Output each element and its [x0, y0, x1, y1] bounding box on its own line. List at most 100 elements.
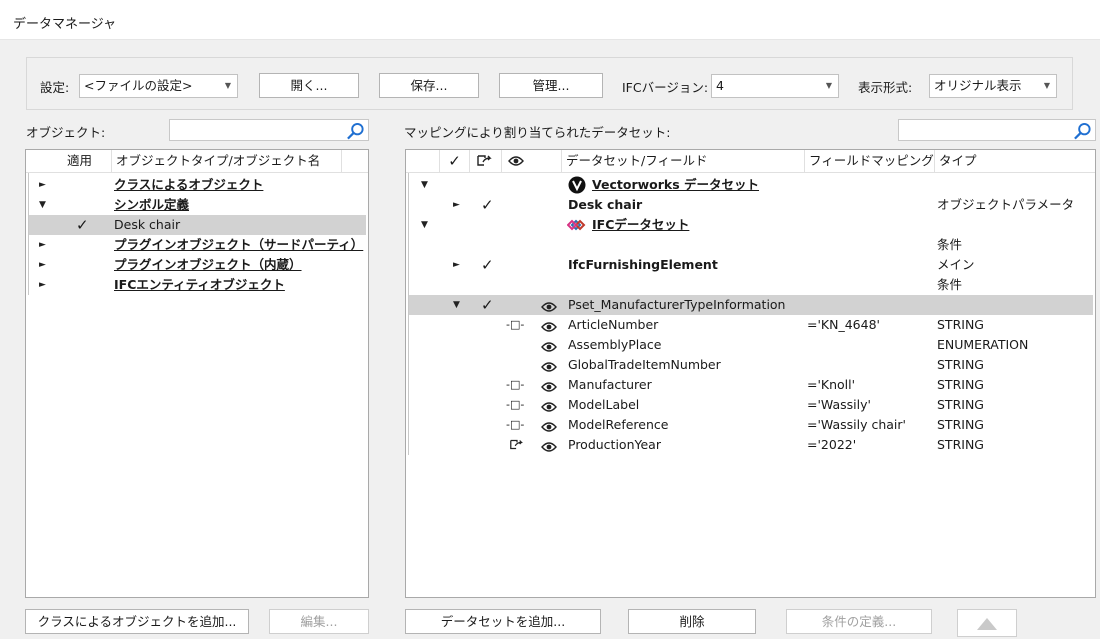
- add-dataset-button[interactable]: データセットを追加...: [405, 609, 601, 634]
- field-mapping-value: ='KN_4648': [807, 317, 880, 332]
- dataset-field-name: AssemblyPlace: [568, 337, 662, 352]
- delete-button[interactable]: 削除: [628, 609, 756, 634]
- field-mapped-icon[interactable]: -□-: [506, 375, 524, 395]
- define-conditions-button[interactable]: 条件の定義...: [786, 609, 932, 634]
- dataset-tree-row[interactable]: -□- Manufacturer ='Knoll' STRING: [408, 375, 1093, 395]
- column-header-type[interactable]: タイプ: [935, 150, 1095, 173]
- field-type-value: メイン: [937, 257, 975, 272]
- display-format-label: 表示形式:: [858, 80, 913, 95]
- column-header-visibility[interactable]: [502, 150, 562, 173]
- datasets-tree[interactable]: ✓ データセット/フィールド フィールドマッピング タイプ ▼ Vectorwor…: [405, 149, 1096, 598]
- object-name: Desk chair: [114, 217, 181, 232]
- expander-icon[interactable]: ►: [39, 275, 46, 295]
- ifc-logo-icon: [566, 216, 587, 236]
- dataset-tree-row[interactable]: ▼ Vectorworks データセット: [408, 175, 1093, 195]
- object-list-item[interactable]: ▼ シンボル定義: [28, 195, 366, 215]
- dataset-tree-row[interactable]: 条件: [408, 275, 1093, 295]
- expander-icon[interactable]: ▼: [421, 175, 428, 195]
- objects-list[interactable]: 適用 オブジェクトタイプ/オブジェクト名 ► クラスによるオブジェクト ▼ シンボル定…: [25, 149, 369, 598]
- dataset-tree-row[interactable]: ► ✓ Desk chair オブジェクトパラメータ: [408, 195, 1093, 215]
- field-type-value: オブジェクトパラメータ: [937, 197, 1075, 212]
- applied-check-icon: ✓: [76, 216, 89, 234]
- column-header-check[interactable]: ✓: [440, 150, 470, 173]
- expander-icon[interactable]: ►: [39, 175, 46, 195]
- ifc-version-dropdown[interactable]: 4 ▼: [711, 74, 839, 98]
- share-arrow-icon[interactable]: [508, 437, 526, 457]
- object-list-item[interactable]: ► IFCエンティティオブジェクト: [28, 275, 366, 295]
- dataset-field-name: Pset_ManufacturerTypeInformation: [568, 297, 786, 312]
- object-name: シンボル定義: [114, 197, 190, 212]
- dataset-field-name: ModelLabel: [568, 397, 640, 412]
- dataset-tree-row[interactable]: -□- ModelReference ='Wassily chair' STRING: [408, 415, 1093, 435]
- dataset-field-name: IFCデータセット: [592, 217, 690, 232]
- column-header-object-name[interactable]: オブジェクトタイプ/オブジェクト名: [112, 150, 342, 173]
- object-list-item[interactable]: ► プラグインオブジェクト（内蔵）: [28, 255, 366, 275]
- settings-dropdown[interactable]: <ファイルの設定> ▼: [79, 74, 238, 98]
- enabled-check-icon[interactable]: ✓: [481, 295, 494, 315]
- field-mapped-icon[interactable]: -□-: [506, 415, 524, 435]
- chevron-down-icon: ▼: [1043, 81, 1050, 90]
- column-header-dataset-field[interactable]: データセット/フィールド: [562, 150, 805, 173]
- open-button[interactable]: 開く...: [259, 73, 359, 98]
- expander-icon[interactable]: ▼: [453, 295, 460, 315]
- ifc-version-value: 4: [716, 78, 724, 93]
- search-icon: [347, 122, 364, 140]
- check-icon: ✓: [448, 152, 461, 170]
- column-header-apply[interactable]: 適用: [63, 150, 112, 173]
- dataset-tree-row[interactable]: ▼ ✓ Pset_ManufacturerTypeInformation: [408, 295, 1093, 315]
- dataset-tree-row[interactable]: GlobalTradeItemNumber STRING: [408, 355, 1093, 375]
- dataset-tree-row[interactable]: ProductionYear ='2022' STRING: [408, 435, 1093, 455]
- expander-icon[interactable]: ▼: [39, 195, 46, 215]
- column-header-field-mapping[interactable]: フィールドマッピング: [805, 150, 935, 173]
- field-type-value: STRING: [937, 357, 984, 372]
- field-mapped-icon[interactable]: -□-: [506, 315, 524, 335]
- field-type-value: STRING: [937, 377, 984, 392]
- field-mapping-value: ='2022': [807, 437, 857, 452]
- object-list-item[interactable]: ► プラグインオブジェクト（サードパーティ）: [28, 235, 366, 255]
- datasets-search-input[interactable]: [898, 119, 1096, 141]
- ifc-version-label: IFCバージョン:: [622, 80, 709, 95]
- enabled-check-icon[interactable]: ✓: [481, 255, 494, 275]
- share-arrow-icon: [477, 155, 492, 166]
- chevron-down-icon: ▼: [825, 81, 832, 90]
- field-type-value: STRING: [937, 417, 984, 432]
- add-class-object-button[interactable]: クラスによるオブジェクトを追加...: [25, 609, 249, 634]
- save-button[interactable]: 保存...: [379, 73, 479, 98]
- column-header-expander[interactable]: [406, 150, 440, 173]
- settings-dropdown-value: <ファイルの設定>: [84, 78, 193, 93]
- dataset-tree-row[interactable]: ▼ IFCデータセット: [408, 215, 1093, 235]
- object-name: IFCエンティティオブジェクト: [114, 277, 285, 292]
- field-mapping-value: ='Wassily chair': [807, 417, 906, 432]
- expander-icon[interactable]: ▼: [421, 215, 428, 235]
- expander-icon[interactable]: ►: [453, 255, 460, 275]
- enabled-check-icon[interactable]: ✓: [481, 195, 494, 215]
- datasets-tree-header: ✓ データセット/フィールド フィールドマッピング タイプ: [406, 150, 1095, 173]
- eye-icon[interactable]: [541, 439, 557, 459]
- manage-button[interactable]: 管理...: [499, 73, 603, 98]
- chevron-down-icon: ▼: [224, 81, 231, 90]
- expander-icon[interactable]: ►: [453, 195, 460, 215]
- title-bar: データマネージャ: [0, 0, 1100, 40]
- field-mapping-value: ='Knoll': [807, 377, 856, 392]
- field-mapped-icon[interactable]: -□-: [506, 395, 524, 415]
- field-type-value: 条件: [937, 237, 963, 252]
- dataset-tree-row[interactable]: AssemblyPlace ENUMERATION: [408, 335, 1093, 355]
- object-list-item[interactable]: ► クラスによるオブジェクト: [28, 175, 366, 195]
- dataset-tree-row[interactable]: 条件: [408, 235, 1093, 255]
- display-format-value: オリジナル表示: [934, 78, 1022, 93]
- dataset-tree-row[interactable]: ► ✓ IfcFurnishingElement メイン: [408, 255, 1093, 275]
- dataset-field-name: Vectorworks データセット: [592, 177, 760, 192]
- expander-icon[interactable]: ►: [39, 255, 46, 275]
- column-header-mapping-icon[interactable]: [470, 150, 502, 173]
- object-list-item[interactable]: ✓ Desk chair: [28, 215, 366, 235]
- expander-icon[interactable]: ►: [39, 235, 46, 255]
- dataset-field-name: GlobalTradeItemNumber: [568, 357, 721, 372]
- objects-search-input[interactable]: [169, 119, 369, 141]
- collapse-button[interactable]: [957, 609, 1017, 637]
- vectorworks-logo-icon: [568, 176, 586, 196]
- display-format-dropdown[interactable]: オリジナル表示 ▼: [929, 74, 1057, 98]
- edit-button[interactable]: 編集...: [269, 609, 369, 634]
- dataset-tree-row[interactable]: -□- ArticleNumber ='KN_4648' STRING: [408, 315, 1093, 335]
- dataset-tree-row[interactable]: -□- ModelLabel ='Wassily' STRING: [408, 395, 1093, 415]
- dataset-field-name: Manufacturer: [568, 377, 652, 392]
